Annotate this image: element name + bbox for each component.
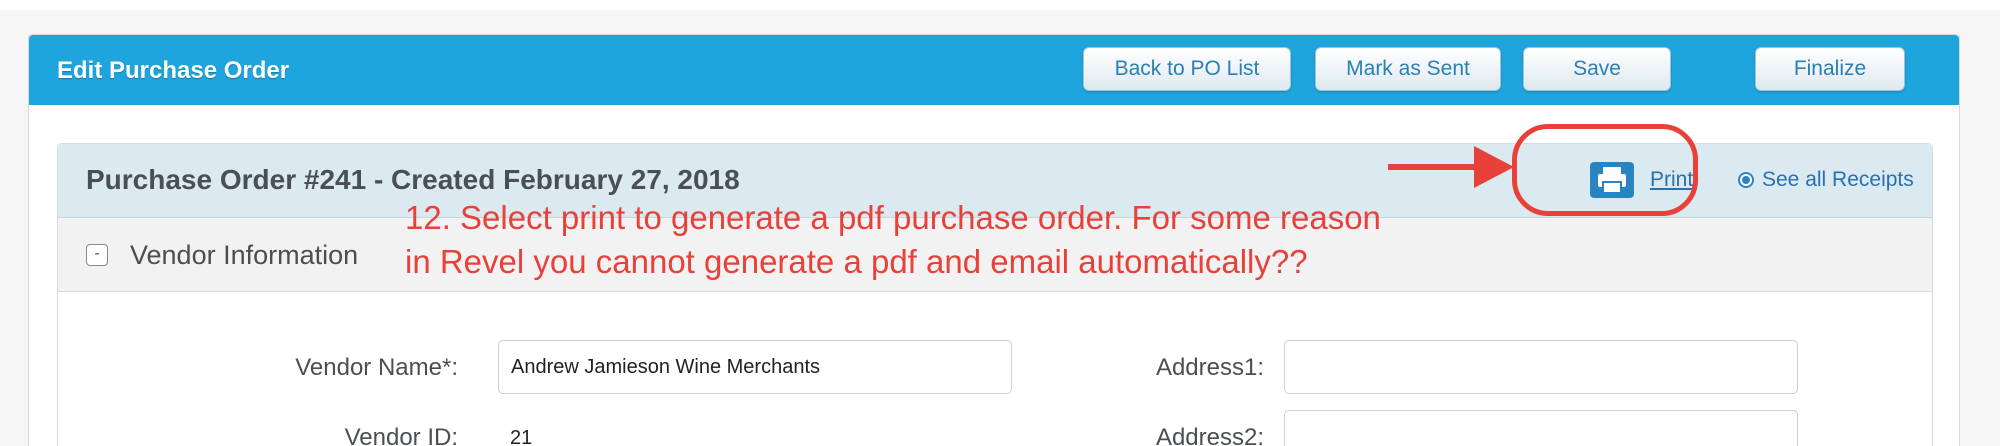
annotation-line-2: in Revel you cannot generate a pdf and e… [405, 243, 1308, 280]
arrow-right-icon [1388, 164, 1480, 170]
vendor-id-label: Vendor ID: [344, 424, 458, 446]
mark-as-sent-button[interactable]: Mark as Sent [1315, 47, 1501, 91]
print-highlight-circle [1512, 124, 1698, 216]
vendor-information-label: Vendor Information [130, 240, 359, 270]
collapse-icon[interactable]: - [86, 244, 108, 266]
page-title: Edit Purchase Order [57, 57, 290, 84]
po-title: Purchase Order #241 - Created February 2… [86, 164, 740, 195]
arrow-head-icon [1474, 146, 1514, 188]
save-button[interactable]: Save [1523, 47, 1671, 91]
address2-label: Address2: [1155, 424, 1264, 446]
finalize-button[interactable]: Finalize [1755, 47, 1905, 91]
header-bar: Edit Purchase Order Back to PO List Mark… [29, 35, 1959, 105]
vendor-name-label: Vendor Name*: [295, 354, 458, 381]
address1-input[interactable] [1284, 340, 1798, 394]
address2-input[interactable] [1284, 410, 1798, 446]
see-all-receipts-link[interactable]: See all Receipts [1762, 168, 1914, 192]
annotation-line-1: 12. Select print to generate a pdf purch… [405, 199, 1381, 236]
back-to-po-list-button[interactable]: Back to PO List [1083, 47, 1291, 91]
vendor-name-input[interactable] [498, 340, 1012, 394]
radio-selected-icon[interactable] [1738, 172, 1754, 188]
address1-label: Address1: [1155, 354, 1264, 381]
annotation-text: 12. Select print to generate a pdf purch… [405, 196, 1535, 284]
vendor-id-value: 21 [510, 427, 533, 446]
